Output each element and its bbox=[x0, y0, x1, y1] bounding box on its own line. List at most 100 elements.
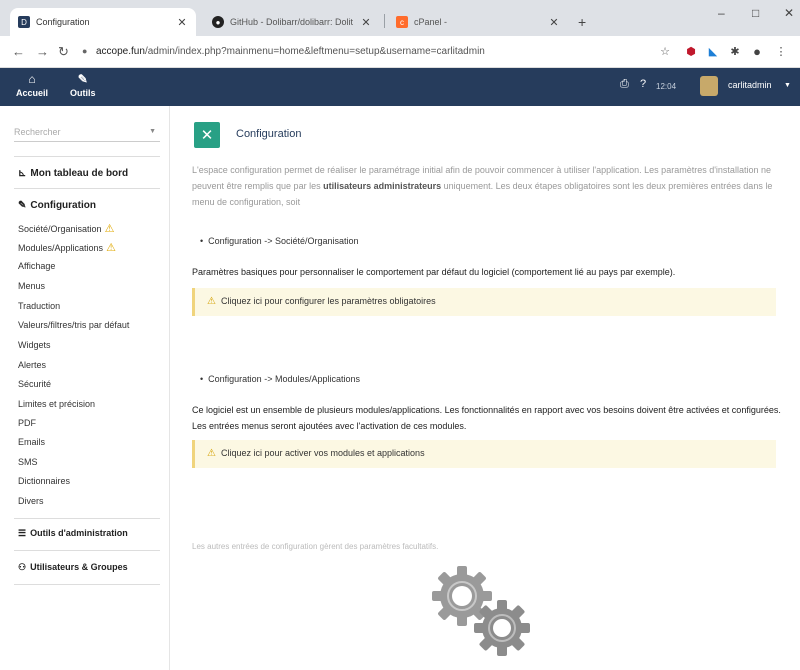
browser-tab-cpanel[interactable]: c cPanel - ✕ bbox=[388, 8, 568, 36]
menu-tools[interactable]: ✎ Outils bbox=[70, 72, 96, 98]
help-icon[interactable]: ? bbox=[640, 78, 646, 90]
profile-icon[interactable]: ● bbox=[750, 44, 764, 59]
close-tab-icon[interactable]: ✕ bbox=[548, 16, 560, 29]
browser-tab-github[interactable]: ● GitHub - Dolibarr/dolibarr: Dolit ✕ bbox=[204, 8, 380, 36]
sidebar-admin-tools[interactable]: ☰ Outils d'administration bbox=[18, 528, 128, 539]
avatar[interactable] bbox=[700, 76, 718, 96]
reload-icon[interactable]: ↻ bbox=[58, 44, 69, 60]
sidebar-admin-tools-label: Outils d'administration bbox=[30, 528, 128, 538]
tab-title: cPanel - bbox=[414, 17, 448, 27]
new-tab-button[interactable]: + bbox=[578, 14, 586, 30]
list-icon: ☰ bbox=[18, 528, 27, 538]
section-company-title: • Configuration -> Société/Organisation bbox=[200, 236, 359, 246]
sidebar-item-widgets[interactable]: Widgets bbox=[18, 340, 51, 350]
sidebar-item-limites[interactable]: Limites et précision bbox=[18, 399, 95, 409]
sidebar-item-menus[interactable]: Menus bbox=[18, 281, 45, 291]
address-bar-row: ← → ↻ ● accope.fun/admin/index.php?mainm… bbox=[0, 36, 800, 68]
alert-link-text[interactable]: Cliquez ici pour activer vos modules et … bbox=[221, 448, 425, 458]
warning-icon: ⚠ bbox=[104, 223, 115, 235]
maximize-button[interactable]: □ bbox=[752, 6, 759, 20]
close-window-button[interactable]: ✕ bbox=[784, 6, 794, 20]
sidebar-item-societe[interactable]: Société/Organisation ⚠ bbox=[18, 222, 114, 235]
bookmark-star-icon[interactable]: ☆ bbox=[658, 44, 672, 58]
sidebar-item-label: Modules/Applications bbox=[18, 243, 104, 253]
sidebar-configuration-label: Configuration bbox=[30, 200, 96, 211]
alert-link-text[interactable]: Cliquez ici pour configurer les paramètr… bbox=[221, 296, 436, 306]
intro-text: L'espace configuration permet de réalise… bbox=[192, 162, 782, 210]
sidebar-divider bbox=[14, 584, 160, 585]
close-tab-icon[interactable]: ✕ bbox=[360, 16, 372, 29]
browser-tab-configuration[interactable]: D Configuration ✕ bbox=[10, 8, 196, 36]
extension-icon[interactable]: ◣ bbox=[706, 44, 720, 58]
section-modules-title: • Configuration -> Modules/Applications bbox=[200, 374, 360, 384]
sidebar-dashboard[interactable]: ⊾ Mon tableau de bord bbox=[18, 168, 128, 179]
search-select[interactable]: Rechercher ▼ bbox=[14, 122, 160, 142]
dolibarr-favicon-icon: D bbox=[18, 16, 30, 28]
warning-icon: ⚠ bbox=[106, 242, 116, 254]
section-company-description: Paramètres basiques pour personnaliser l… bbox=[192, 267, 676, 277]
github-favicon-icon: ● bbox=[212, 16, 224, 28]
sidebar-item-dictionnaires[interactable]: Dictionnaires bbox=[18, 476, 70, 486]
user-menu[interactable]: carlitadmin bbox=[728, 80, 772, 90]
sidebar-divider bbox=[14, 156, 160, 157]
url-domain: accope.fun bbox=[96, 46, 145, 57]
intro-bold-text: utilisateurs administrateurs bbox=[323, 181, 442, 191]
activate-modules-alert[interactable]: ⚠ Cliquez ici pour activer vos modules et… bbox=[192, 440, 776, 468]
cpanel-favicon-icon: c bbox=[396, 16, 408, 28]
warning-icon: ⚠ bbox=[207, 448, 216, 459]
sidebar-item-divers[interactable]: Divers bbox=[18, 496, 44, 506]
tab-title: Configuration bbox=[36, 17, 90, 27]
puzzle-extensions-icon[interactable]: ✱ bbox=[728, 44, 742, 58]
wrench-icon: ✎ bbox=[18, 200, 27, 211]
sidebar-dashboard-label: Mon tableau de bord bbox=[30, 168, 129, 179]
app-top-bar: ⌂ Accueil ✎ Outils ⎙ ? 12:04 carlitadmin… bbox=[0, 68, 800, 106]
section-title-text: Configuration -> Société/Organisation bbox=[208, 236, 359, 246]
gear-small-icon bbox=[474, 600, 530, 656]
sidebar-item-sms[interactable]: SMS bbox=[18, 457, 38, 467]
sidebar-divider bbox=[14, 518, 160, 519]
configure-company-alert[interactable]: ⚠ Cliquez ici pour configurer les paramèt… bbox=[192, 288, 776, 316]
shield-extension-icon[interactable]: ⬢ bbox=[684, 44, 698, 58]
tab-separator bbox=[384, 14, 385, 28]
menu-label: Outils bbox=[70, 88, 96, 98]
sidebar-item-affichage[interactable]: Affichage bbox=[18, 261, 55, 271]
sidebar-users-groups-label: Utilisateurs & Groupes bbox=[30, 562, 128, 572]
sidebar-users-groups[interactable]: ⚇ Utilisateurs & Groupes bbox=[18, 562, 128, 573]
tab-title: GitHub - Dolibarr/dolibarr: Dolit bbox=[230, 17, 354, 27]
site-info-icon[interactable]: ● bbox=[82, 46, 87, 56]
tools-icon: ✕ bbox=[194, 122, 220, 148]
browser-tab-bar: D Configuration ✕ ● GitHub - Dolibarr/do… bbox=[0, 0, 800, 36]
browser-menu-icon[interactable]: ⋮ bbox=[774, 44, 788, 58]
menu-home[interactable]: ⌂ Accueil bbox=[16, 72, 48, 98]
sidebar-item-traduction[interactable]: Traduction bbox=[18, 301, 60, 311]
gears-icon bbox=[432, 566, 530, 656]
back-arrow-icon[interactable]: ← bbox=[12, 44, 25, 59]
sidebar: Rechercher ▼ ⊾ Mon tableau de bord ✎ Confi… bbox=[0, 106, 170, 670]
url-path: /admin/index.php?mainmenu=home&leftmenu=… bbox=[144, 46, 485, 57]
sidebar-item-label: Société/Organisation bbox=[18, 224, 102, 234]
page-title: Configuration bbox=[236, 128, 302, 140]
search-placeholder: Rechercher bbox=[14, 127, 61, 137]
sidebar-item-pdf[interactable]: PDF bbox=[18, 418, 36, 428]
sidebar-item-emails[interactable]: Emails bbox=[18, 437, 45, 447]
sidebar-divider bbox=[14, 188, 160, 189]
chevron-down-icon[interactable]: ▼ bbox=[784, 82, 791, 89]
gear-large-icon bbox=[432, 566, 492, 626]
url-field[interactable]: accope.fun/admin/index.php?mainmenu=home… bbox=[96, 46, 485, 57]
sidebar-configuration[interactable]: ✎ Configuration bbox=[18, 200, 96, 211]
forward-arrow-icon[interactable]: → bbox=[36, 44, 49, 59]
warning-icon: ⚠ bbox=[207, 296, 216, 307]
section-title-text: Configuration -> Modules/Applications bbox=[208, 374, 360, 384]
section-modules-description: Ce logiciel est un ensemble de plusieurs… bbox=[192, 405, 781, 431]
sidebar-item-securite[interactable]: Sécurité bbox=[18, 379, 51, 389]
home-icon: ⌂ bbox=[28, 72, 36, 86]
print-icon[interactable]: ⎙ bbox=[620, 78, 629, 91]
minimize-button[interactable]: – bbox=[718, 6, 725, 20]
optional-settings-note: Les autres entrées de configuration gère… bbox=[192, 542, 439, 551]
close-tab-icon[interactable]: ✕ bbox=[176, 16, 188, 29]
sidebar-item-modules[interactable]: Modules/Applications ⚠ bbox=[18, 241, 116, 254]
chevron-down-icon: ▼ bbox=[149, 128, 156, 135]
chart-icon: ⊾ bbox=[18, 168, 27, 179]
sidebar-item-alertes[interactable]: Alertes bbox=[18, 360, 46, 370]
sidebar-item-valeurs[interactable]: Valeurs/filtres/tris par défaut bbox=[18, 320, 129, 330]
